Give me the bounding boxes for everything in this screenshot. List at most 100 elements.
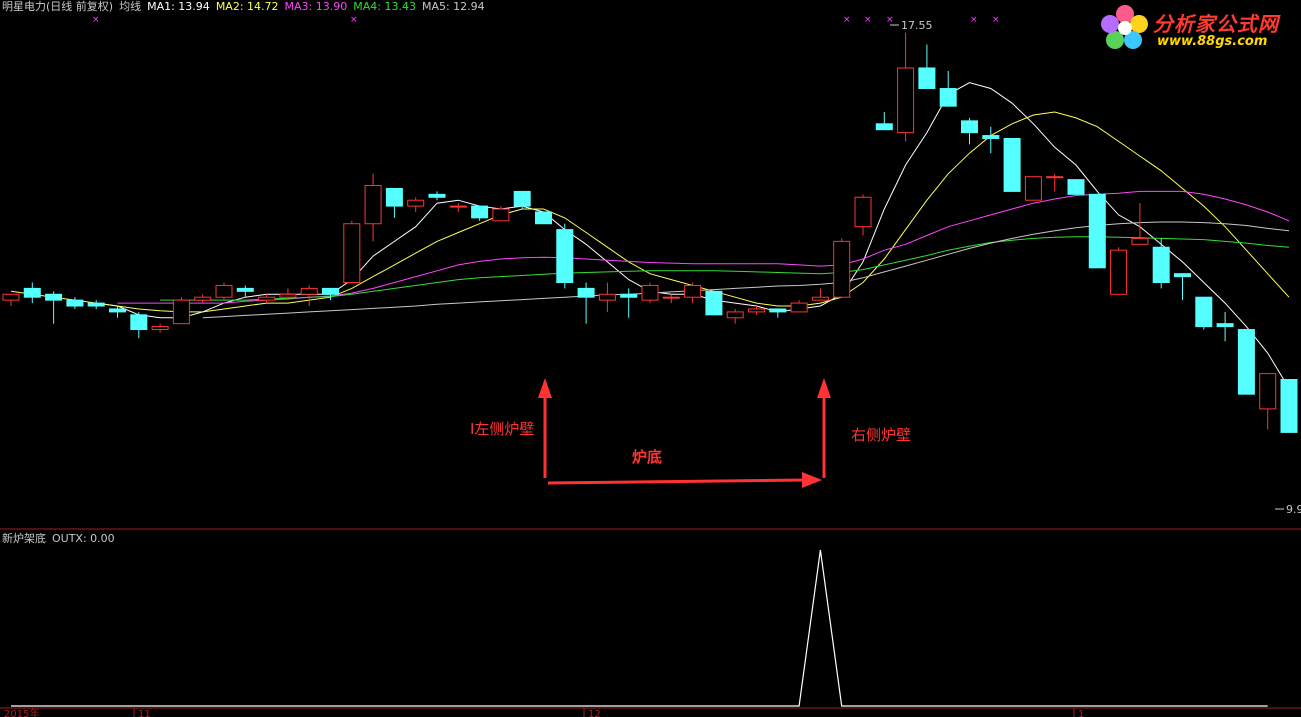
- signal-marker: ×: [886, 15, 894, 25]
- candle: [471, 205, 489, 221]
- candle: [918, 44, 936, 90]
- candle: [172, 297, 190, 325]
- candle: [300, 285, 318, 307]
- candle: [705, 290, 723, 316]
- candle-body: [556, 229, 574, 284]
- candle: [385, 187, 403, 218]
- candle-body: [236, 287, 254, 292]
- candle: [1046, 173, 1064, 192]
- candle: [151, 323, 169, 333]
- candle-body: [45, 293, 63, 301]
- candle-body: [811, 296, 829, 301]
- candle-body: [961, 120, 978, 134]
- candle: [343, 220, 361, 284]
- candle-body: [684, 284, 702, 298]
- candle-body: [1003, 138, 1021, 192]
- bottom-label: 炉底: [632, 448, 662, 466]
- candlesticks: [2, 32, 1298, 433]
- candle-body: [471, 205, 489, 219]
- candle-body: [662, 296, 680, 299]
- outx-line: [11, 549, 1268, 707]
- candle-body: [407, 199, 425, 207]
- candle: [2, 293, 20, 307]
- candle: [258, 294, 276, 304]
- high-price-label: 17.55: [901, 19, 933, 32]
- signal-marker: ×: [843, 15, 851, 25]
- candle-body: [790, 302, 808, 313]
- flower-logo-icon: [1101, 5, 1148, 49]
- candle: [641, 282, 659, 304]
- indicator-name: 均线: [119, 0, 142, 13]
- candle-body: [897, 67, 915, 134]
- candle-body: [151, 326, 169, 331]
- candle-body: [1110, 249, 1128, 295]
- candle: [833, 238, 851, 298]
- candle: [1195, 296, 1213, 330]
- bottom-arrow-shaft: [547, 478, 805, 485]
- site-logo: 分析家公式网 www.88gs.com: [1097, 2, 1293, 54]
- sub-indicator-name: 新炉架底: [2, 532, 46, 545]
- candle-body: [1131, 237, 1149, 245]
- low-price-label: 9.9: [1286, 503, 1301, 516]
- sub-chart-header: 新炉架底 OUTX: 0.00: [2, 532, 121, 546]
- candle: [598, 282, 616, 312]
- candle-body: [1259, 373, 1277, 410]
- candle: [535, 211, 552, 225]
- candle-body: [1046, 176, 1064, 179]
- ma2-value: MA2: 14.72: [215, 0, 279, 13]
- candle: [449, 203, 467, 212]
- x-axis-label: 11: [138, 709, 151, 717]
- signal-marker: ×: [864, 15, 872, 25]
- candle-body: [1195, 296, 1213, 328]
- signal-marker: ×: [970, 15, 978, 25]
- candle-body: [428, 193, 446, 198]
- candle-body: [577, 287, 595, 298]
- signal-marker: ×: [92, 15, 100, 25]
- ma3-value: MA3: 13.90: [284, 0, 348, 13]
- right-wall-arrow-head: [817, 378, 831, 398]
- ma5-value: MA5: 12.94: [421, 0, 485, 13]
- candle: [1152, 238, 1170, 289]
- candle: [407, 197, 425, 212]
- x-axis-label: 1: [1078, 709, 1084, 717]
- signal-markers: × × × × × × ×: [92, 15, 1000, 25]
- candle-body: [1237, 329, 1255, 395]
- candle: [364, 173, 382, 242]
- candle-body: [535, 211, 552, 225]
- ma1-value: MA1: 13.94: [147, 0, 210, 13]
- chart-canvas: I左侧炉壁 炉底 右侧炉壁 17.55 9.9 × × × × × × × 20…: [0, 15, 1301, 717]
- candle: [875, 112, 893, 131]
- candle-body: [982, 135, 1000, 139]
- candle: [87, 300, 105, 309]
- stock-title: 明星电力(日线 前复权): [2, 0, 114, 13]
- x-axis-label: 12: [588, 709, 601, 717]
- candle-body: [300, 287, 318, 295]
- left-wall-arrow-head: [538, 378, 552, 398]
- x-axis-label: 2015年: [4, 707, 39, 717]
- candle: [577, 282, 595, 324]
- candle: [45, 291, 63, 324]
- candle: [1003, 138, 1021, 192]
- candle: [428, 191, 446, 201]
- candle: [662, 294, 680, 304]
- candle-body: [1216, 323, 1234, 328]
- stock-chart-window: I左侧炉壁 炉底 右侧炉壁 17.55 9.9 × × × × × × × 20…: [0, 0, 1301, 717]
- candle: [1237, 329, 1255, 395]
- candle-body: [875, 123, 893, 131]
- candle-body: [1174, 273, 1191, 278]
- candle-body: [194, 296, 212, 301]
- candle-body: [385, 187, 403, 207]
- candle: [790, 300, 808, 313]
- candle: [556, 223, 574, 289]
- candle-body: [598, 293, 616, 301]
- candle-body: [1067, 179, 1085, 195]
- candle-body: [492, 208, 510, 222]
- signal-marker: ×: [350, 15, 358, 25]
- candle: [854, 194, 872, 236]
- candle: [726, 308, 744, 324]
- candle: [1110, 247, 1128, 295]
- candle-body: [172, 299, 190, 325]
- candle-body: [769, 308, 787, 313]
- candle: [897, 32, 915, 142]
- candle-body: [87, 302, 105, 307]
